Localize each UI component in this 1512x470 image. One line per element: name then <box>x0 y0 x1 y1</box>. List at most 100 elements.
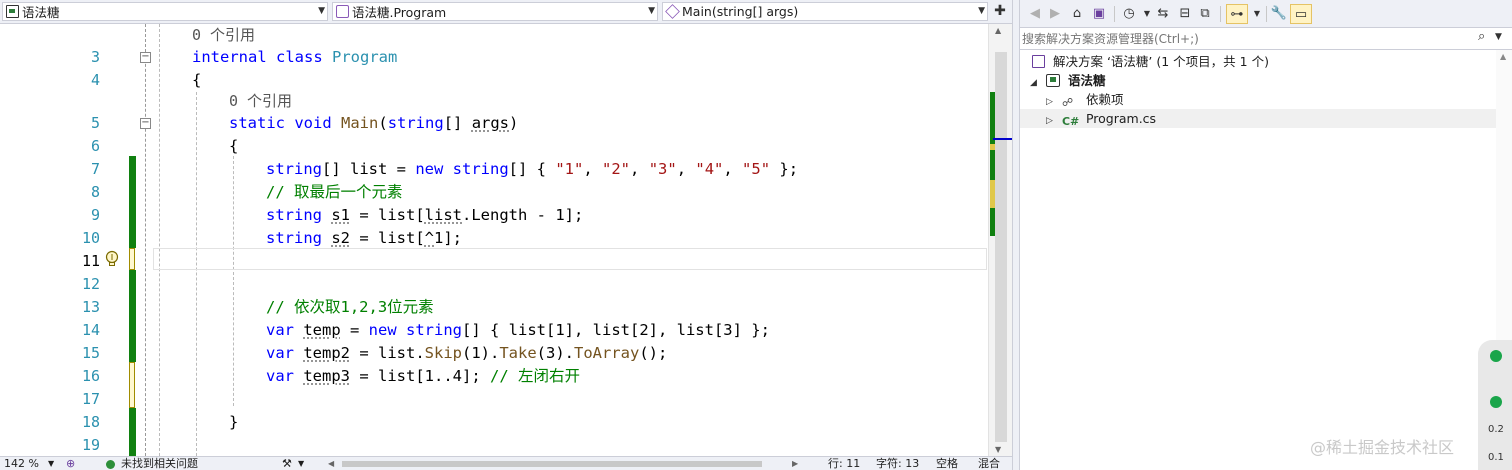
collapsed-triangle-icon[interactable]: ▷ <box>1046 112 1058 131</box>
whitespace-indicator[interactable]: 空格 <box>936 457 958 470</box>
code-line[interactable]: static void Main(string[] args) <box>0 112 988 135</box>
scroll-up-icon[interactable]: ▲ <box>995 26 1001 35</box>
sync-icon[interactable]: ⇆ <box>1154 4 1172 24</box>
properties-wrench-icon[interactable]: 🔧 <box>1270 4 1288 24</box>
code-line[interactable]: internal class Program <box>0 46 988 69</box>
code-token: "1" <box>555 160 584 178</box>
code-line[interactable]: // 依次取1,2,3位元素 <box>0 296 988 319</box>
line-ending-indicator[interactable]: 混合 <box>978 457 1000 470</box>
search-icon[interactable]: ⌕ <box>1478 29 1485 44</box>
class-icon <box>336 5 349 18</box>
solution-node[interactable]: 解决方案 ‘语法糖’ (1 个项目，共 1 个) <box>1032 52 1269 71</box>
member-dropdown-label: Main(string[] args) <box>682 4 799 19</box>
expanded-triangle-icon[interactable]: ◢ <box>1030 74 1042 93</box>
code-token: [] list = <box>322 160 416 178</box>
scroll-right-icon[interactable]: ▶ <box>792 457 798 470</box>
collapse-all-icon[interactable]: ⊟ <box>1176 4 1194 24</box>
code-line[interactable]: { <box>0 135 988 158</box>
forward-icon[interactable]: ▶ <box>1046 4 1064 24</box>
csharp-project-icon <box>6 5 19 18</box>
brush-icon[interactable]: ⚒ <box>282 457 292 470</box>
lightbulb-icon[interactable] <box>104 250 120 268</box>
code-line[interactable]: var temp2 = list.Skip(1).Take(3).ToArray… <box>0 342 988 365</box>
program-file-node[interactable]: ▷ C# Program.cs <box>1020 109 1496 128</box>
copilot-icon[interactable]: ⊕ <box>66 457 75 470</box>
column-indicator[interactable]: 字符: 13 <box>876 457 919 470</box>
issues-status[interactable]: 未找到相关问题 <box>121 457 198 470</box>
code-line[interactable] <box>0 434 988 456</box>
code-line[interactable]: string s2 = list[^1]; <box>0 227 988 250</box>
status-dot-icon <box>1490 396 1502 408</box>
zoom-level[interactable]: 142 % <box>4 457 39 470</box>
code-line[interactable]: var temp3 = list[1..4]; // 左闭右开 <box>0 365 988 388</box>
class-view-icon[interactable]: ⊶ <box>1226 4 1248 24</box>
scroll-up-icon[interactable]: ▲ <box>1500 52 1506 61</box>
code-token: internal <box>192 48 267 66</box>
class-dropdown[interactable]: 语法糖.Program ▼ <box>332 2 658 21</box>
code-token: Skip <box>424 344 462 362</box>
solution-search-input[interactable] <box>1022 30 1477 48</box>
chevron-down-icon[interactable]: ▼ <box>48 457 54 470</box>
preview-selected-icon[interactable]: ▭ <box>1290 4 1312 24</box>
code-line[interactable]: string[] list = new string[] { "1", "2",… <box>0 158 988 181</box>
code-token: string <box>452 160 509 178</box>
code-token: , <box>676 160 696 178</box>
code-token: string <box>406 321 463 339</box>
line-indicator[interactable]: 行: 11 <box>828 457 860 470</box>
code-line[interactable]: // 取最后一个元素 <box>0 181 988 204</box>
code-token: temp2 <box>303 344 351 362</box>
code-token: } <box>229 413 239 431</box>
code-token: = list[ <box>350 229 425 247</box>
code-editor[interactable]: 语法糖 ▼ 语法糖.Program ▼ Main(string[] args) … <box>0 0 1013 470</box>
chevron-down-icon: ▼ <box>318 6 325 16</box>
project-dropdown[interactable]: 语法糖 ▼ <box>2 2 328 21</box>
editor-status-bar: 142 % ▼ ⊕ 未找到相关问题 ⚒ ▼ ◀ ▶ 行: 11 字符: 13 空… <box>0 456 1012 470</box>
code-token: list <box>424 206 462 224</box>
member-dropdown[interactable]: Main(string[] args) ▼ <box>662 2 988 21</box>
scrollbar-thumb[interactable] <box>995 52 1007 442</box>
project-node[interactable]: ◢ 语法糖 <box>1030 71 1105 90</box>
code-token: temp3 <box>303 367 351 385</box>
code-line[interactable]: { <box>0 69 988 92</box>
code-line[interactable] <box>0 250 988 273</box>
code-token: var <box>266 321 294 339</box>
chevron-down-icon[interactable]: ▼ <box>1495 32 1502 42</box>
show-all-files-icon[interactable]: ⧉ <box>1196 4 1214 24</box>
performance-widget[interactable]: 0.2 0.1 <box>1478 340 1512 470</box>
code-line[interactable] <box>0 273 988 296</box>
code-line[interactable] <box>0 388 988 411</box>
dependencies-node[interactable]: ▷ ☍ 依赖项 <box>1046 90 1123 109</box>
pane-splitter[interactable] <box>1012 0 1020 470</box>
switch-views-icon[interactable]: ▣ <box>1090 4 1108 24</box>
home-icon[interactable]: ⌂ <box>1068 4 1086 24</box>
dependencies-label: 依赖项 <box>1085 92 1124 107</box>
scroll-left-icon[interactable]: ◀ <box>328 457 334 470</box>
codelens-references[interactable]: 0 个引用 <box>229 90 292 112</box>
code-token: [] { <box>508 160 556 178</box>
solution-search-box[interactable]: ⌕ ▼ <box>1020 28 1512 50</box>
code-token: , <box>723 160 743 178</box>
scroll-down-icon[interactable]: ▼ <box>995 445 1001 454</box>
solution-icon <box>1032 55 1045 68</box>
back-icon[interactable]: ◀ <box>1026 4 1044 24</box>
code-line[interactable]: string s1 = list[list.Length - 1]; <box>0 204 988 227</box>
code-token: string <box>266 229 322 247</box>
pending-changes-icon[interactable]: ◷ <box>1120 4 1138 24</box>
toolbar-separator <box>1266 6 1267 22</box>
split-editor-button[interactable]: ✚ <box>990 2 1010 21</box>
codelens-references[interactable]: 0 个引用 <box>192 24 255 46</box>
code-line[interactable]: var temp = new string[] { list[1], list[… <box>0 319 988 342</box>
scrollbar-thumb[interactable] <box>342 461 762 467</box>
editor-vertical-scrollbar[interactable]: ▲ ▼ <box>988 24 1013 456</box>
code-area[interactable]: − − 0 个引用 0 个引用 3 internal class Program 4… <box>0 24 988 456</box>
solution-explorer: ◀ ▶ ⌂ ▣ ◷ ▼ ⇆ ⊟ ⧉ ⊶ ▼ 🔧 ▭ ⌕ ▼ 解决方案 ‘语法糖’… <box>1020 0 1512 470</box>
horizontal-scrollbar[interactable]: ◀ ▶ <box>322 459 802 469</box>
code-line[interactable]: } <box>0 411 988 434</box>
chevron-down-icon[interactable]: ▼ <box>298 457 304 470</box>
chevron-down-icon[interactable]: ▼ <box>1248 4 1266 24</box>
